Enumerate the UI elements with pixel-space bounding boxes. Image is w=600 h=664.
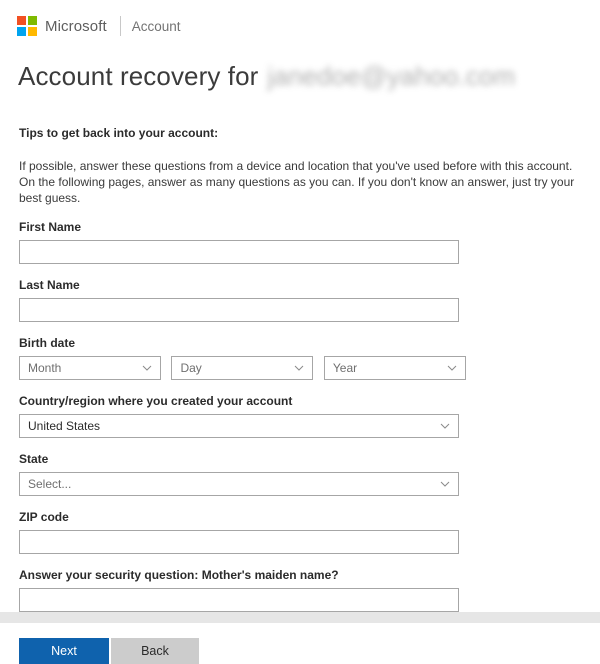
security-question-label: Answer your security question: Mother's … xyxy=(19,568,339,582)
field-first-name: First Name xyxy=(19,220,600,264)
birth-date-row: Month Day Year xyxy=(19,356,600,380)
brand-divider xyxy=(119,16,121,36)
birth-date-label: Birth date xyxy=(19,336,76,350)
first-name-input[interactable] xyxy=(19,240,459,264)
field-security-question: Answer your security question: Mother's … xyxy=(19,568,600,612)
page-title-prefix: Account recovery for xyxy=(18,61,259,91)
form-actions: Next Back xyxy=(0,638,600,664)
tips-line-2: On the following pages, answer as many q… xyxy=(19,175,575,205)
tips-line-1: If possible, answer these questions from… xyxy=(19,159,573,173)
account-recovery-page: Microsoft Account Account recovery for j… xyxy=(0,0,600,664)
field-zip-code: ZIP code xyxy=(19,510,600,554)
state-value: Select... xyxy=(28,477,72,491)
footer-strip xyxy=(0,612,600,623)
first-name-label: First Name xyxy=(19,220,82,234)
country-value: United States xyxy=(28,419,101,433)
back-button[interactable]: Back xyxy=(111,638,199,664)
tips-heading: Tips to get back into your account: xyxy=(19,126,219,140)
security-answer-input[interactable] xyxy=(19,588,459,612)
last-name-label: Last Name xyxy=(19,278,80,292)
birth-year-select[interactable]: Year xyxy=(323,356,466,380)
zip-code-label: ZIP code xyxy=(19,510,69,524)
last-name-input[interactable] xyxy=(19,298,459,322)
microsoft-logo-icon xyxy=(17,16,37,36)
page-title: Account recovery for janedoe@yahoo.com xyxy=(0,39,600,92)
field-last-name: Last Name xyxy=(19,278,600,322)
birth-year-value: Year xyxy=(332,361,358,375)
tips-section: Tips to get back into your account: If p… xyxy=(0,126,600,206)
field-birth-date: Birth date Month Day Year xyxy=(19,336,600,380)
brand-name: Microsoft xyxy=(45,17,107,35)
birth-day-value: Day xyxy=(180,361,202,375)
state-select[interactable]: Select... xyxy=(19,472,459,496)
account-email-redacted: janedoe@yahoo.com xyxy=(267,61,516,91)
country-label: Country/region where you created your ac… xyxy=(19,394,293,408)
next-button[interactable]: Next xyxy=(19,638,109,664)
state-label: State xyxy=(19,452,49,466)
birth-month-value: Month xyxy=(28,361,62,375)
page-header: Microsoft Account xyxy=(0,0,600,39)
field-country: Country/region where you created your ac… xyxy=(19,394,600,438)
birth-day-select[interactable]: Day xyxy=(171,356,314,380)
field-state: State Select... xyxy=(19,452,600,496)
recovery-form: First Name Last Name Birth date Month Da… xyxy=(0,220,600,612)
product-name: Account xyxy=(131,18,181,34)
birth-month-select[interactable]: Month xyxy=(19,356,161,380)
zip-code-input[interactable] xyxy=(19,530,459,554)
country-select[interactable]: United States xyxy=(19,414,459,438)
